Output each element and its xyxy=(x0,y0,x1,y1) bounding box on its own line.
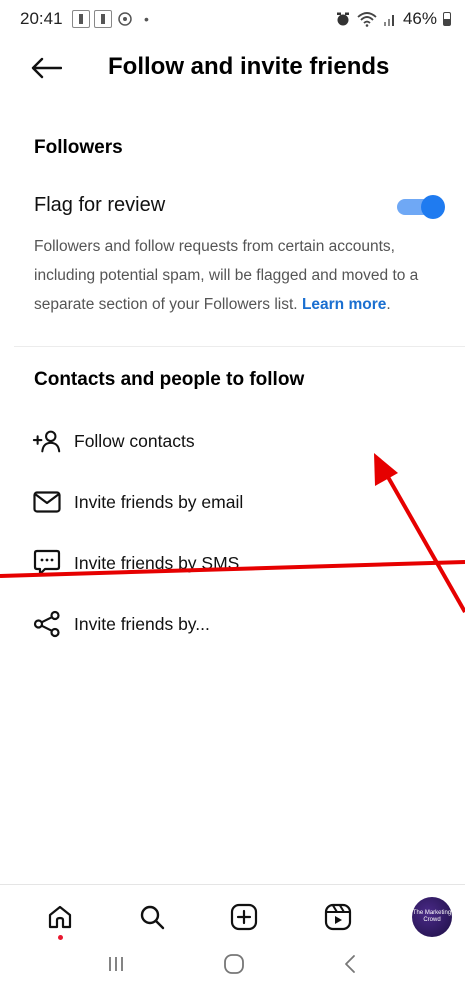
home-icon xyxy=(48,905,72,929)
follow-contacts-label: Follow contacts xyxy=(74,431,195,451)
nav-search[interactable] xyxy=(130,895,174,939)
flag-description: Followers and follow requests from certa… xyxy=(34,232,439,319)
toggle-thumb xyxy=(421,195,445,219)
page-title: Follow and invite friends xyxy=(108,53,390,80)
notification-icon xyxy=(94,10,112,28)
section-divider xyxy=(14,346,465,347)
back-button[interactable] xyxy=(30,52,70,84)
nav-home[interactable] xyxy=(38,895,82,940)
flag-for-review-label: Flag for review xyxy=(34,194,166,216)
system-back-icon xyxy=(345,955,355,973)
recent-apps-button[interactable] xyxy=(96,950,136,978)
avatar-text: The Marketing Crowd xyxy=(412,910,452,923)
invite-by-other-label: Invite friends by... xyxy=(74,614,210,634)
status-right: 46% xyxy=(335,9,451,29)
signal-icon xyxy=(383,15,394,26)
envelope-icon xyxy=(32,488,62,516)
profile-avatar: The Marketing Crowd xyxy=(412,897,452,937)
invite-by-sms-item[interactable]: Invite friends by SMS xyxy=(0,540,465,586)
contacts-section-title: Contacts and people to follow xyxy=(34,369,305,390)
recent-apps-icon xyxy=(109,957,123,971)
nav-profile[interactable]: The Marketing Crowd xyxy=(410,895,454,939)
flag-for-review-toggle[interactable] xyxy=(397,194,445,219)
system-home-icon xyxy=(224,954,244,974)
system-back-button[interactable] xyxy=(330,950,370,978)
follow-contacts-item[interactable]: Follow contacts xyxy=(0,418,465,464)
sync-icon xyxy=(118,12,132,26)
add-person-icon xyxy=(32,427,62,455)
bottom-nav: The Marketing Crowd xyxy=(0,884,465,947)
status-notification-icons: • xyxy=(72,10,149,28)
notification-icon xyxy=(72,10,90,28)
create-icon xyxy=(230,903,258,931)
share-icon xyxy=(32,610,62,638)
battery-icon xyxy=(443,12,451,26)
learn-more-link[interactable]: Learn more xyxy=(302,296,386,313)
search-icon xyxy=(140,905,165,930)
reels-icon xyxy=(324,903,352,931)
sms-bubble-icon xyxy=(32,549,62,577)
header: Follow and invite friends xyxy=(0,46,465,90)
description-period: . xyxy=(386,296,391,313)
invite-by-sms-label: Invite friends by SMS xyxy=(74,553,240,573)
home-notification-dot xyxy=(58,935,63,940)
followers-section-title: Followers xyxy=(34,137,123,158)
invite-by-email-label: Invite friends by email xyxy=(74,492,244,512)
battery-text: 46% xyxy=(402,9,437,28)
status-time: 20:41 xyxy=(20,9,63,28)
system-home-button[interactable] xyxy=(214,950,254,978)
wifi-icon xyxy=(357,12,377,27)
system-nav xyxy=(0,946,465,981)
nav-reels[interactable] xyxy=(316,895,360,939)
invite-by-email-item[interactable]: Invite friends by email xyxy=(0,479,465,525)
nav-create[interactable] xyxy=(222,895,266,939)
flag-for-review-row[interactable]: Flag for review xyxy=(0,186,465,226)
back-arrow-icon xyxy=(31,57,62,79)
invite-by-other-item[interactable]: Invite friends by... xyxy=(0,601,465,647)
status-dot-icon: • xyxy=(144,11,149,27)
alarm-icon xyxy=(336,12,349,26)
status-bar: 20:41 • 46% xyxy=(0,0,465,40)
